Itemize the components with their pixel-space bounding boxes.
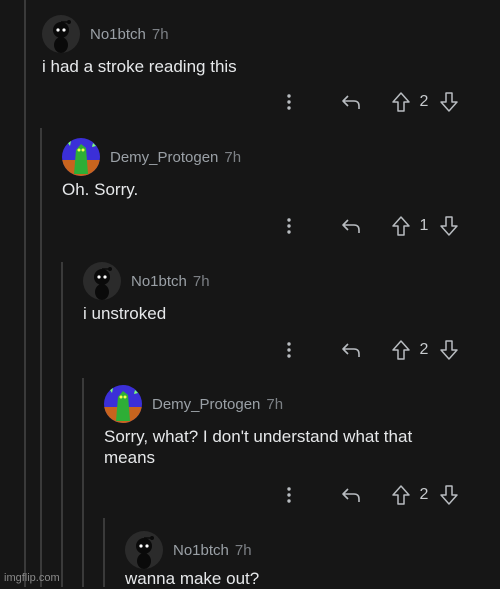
comment-actions: 2 [278, 482, 460, 508]
comment-actions: 1 [278, 213, 460, 239]
thread-line [40, 128, 42, 587]
comment-timestamp: 7h [224, 148, 242, 166]
comment-timestamp: 7h [266, 395, 284, 413]
comment-header: No1btch 7h [42, 14, 169, 54]
comment-timestamp: 7h [151, 25, 169, 43]
comment-actions: 2 [278, 89, 460, 115]
comment-body: i had a stroke reading this [42, 57, 237, 76]
downvote-arrow-icon[interactable] [438, 92, 460, 112]
comment: No1btch 7h i had a stroke reading this 2 [42, 14, 500, 124]
comment-username[interactable]: Demy_Protogen [110, 149, 218, 166]
comment: Demy_Protogen 7h Oh. Sorry. 1 [62, 137, 500, 247]
comment: Demy_Protogen 7h Sorry, what? I don't un… [104, 384, 500, 514]
comment-header: No1btch 7h [125, 530, 252, 570]
thread-line [61, 262, 63, 587]
upvote-arrow-icon[interactable] [390, 216, 412, 236]
downvote-arrow-icon[interactable] [438, 340, 460, 360]
comment-body: i unstroked [83, 304, 167, 323]
more-vertical-icon[interactable] [278, 218, 300, 234]
comment-username[interactable]: No1btch [90, 26, 146, 43]
upvote-arrow-icon[interactable] [390, 340, 412, 360]
comment-header: Demy_Protogen 7h [104, 384, 283, 424]
more-vertical-icon[interactable] [278, 487, 300, 503]
downvote-arrow-icon[interactable] [438, 485, 460, 505]
vote-count: 2 [419, 93, 429, 110]
comment-actions: 2 [278, 337, 460, 363]
comment-body: Sorry, what? I don't understand what tha… [104, 427, 413, 467]
reply-icon[interactable] [340, 487, 362, 503]
comment: No1btch 7h i unstroked 2 [83, 261, 500, 371]
reply-icon[interactable] [340, 342, 362, 358]
green-dragon-avatar[interactable] [62, 138, 100, 176]
more-vertical-icon[interactable] [278, 342, 300, 358]
comment-body: Oh. Sorry. [62, 180, 139, 199]
vote-count: 2 [419, 341, 429, 358]
snoo-dark-avatar[interactable] [42, 15, 80, 53]
thread-line [82, 378, 84, 587]
downvote-arrow-icon[interactable] [438, 216, 460, 236]
comment-timestamp: 7h [192, 272, 210, 290]
comment-username[interactable]: No1btch [173, 542, 229, 559]
watermark: imgflip.com [4, 572, 60, 584]
vote-count: 2 [419, 486, 429, 503]
vote-count: 1 [419, 217, 429, 234]
snoo-dark-avatar[interactable] [83, 262, 121, 300]
reply-icon[interactable] [340, 218, 362, 234]
comment-timestamp: 7h [234, 541, 252, 559]
thread-line [103, 518, 105, 587]
comment-body: wanna make out? [125, 569, 260, 588]
comment: No1btch 7h wanna make out? [125, 530, 500, 588]
comment-username[interactable]: Demy_Protogen [152, 396, 260, 413]
reply-icon[interactable] [340, 94, 362, 110]
comment-header: Demy_Protogen 7h [62, 137, 241, 177]
green-dragon-avatar[interactable] [104, 385, 142, 423]
thread-line [24, 0, 26, 587]
more-vertical-icon[interactable] [278, 94, 300, 110]
upvote-arrow-icon[interactable] [390, 485, 412, 505]
upvote-arrow-icon[interactable] [390, 92, 412, 112]
comment-username[interactable]: No1btch [131, 273, 187, 290]
comment-header: No1btch 7h [83, 261, 210, 301]
snoo-dark-avatar[interactable] [125, 531, 163, 569]
